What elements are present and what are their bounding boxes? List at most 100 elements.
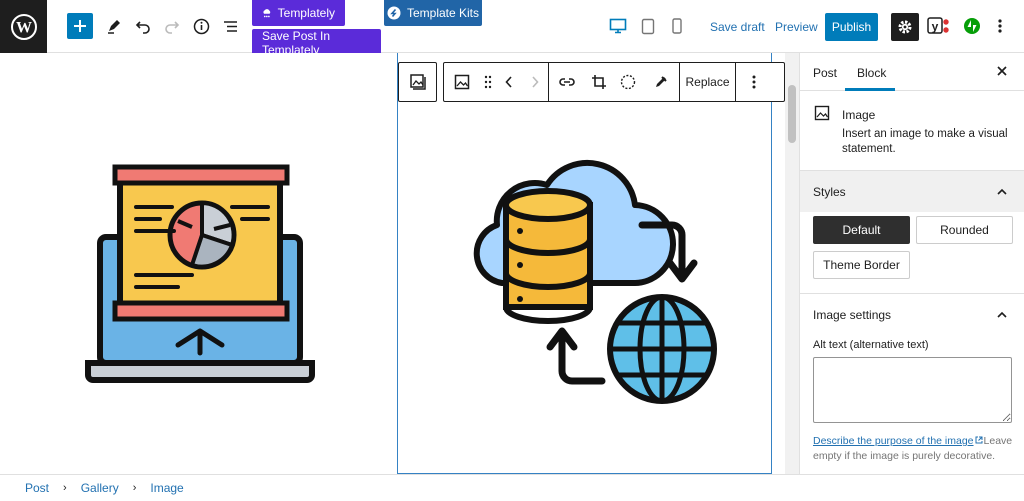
info-icon xyxy=(193,18,209,34)
move-right-button[interactable] xyxy=(522,63,548,101)
mobile-preview-button[interactable] xyxy=(665,13,689,39)
settings-sidebar: Post Block Image Insert an image to make… xyxy=(799,53,1024,474)
replace-label: Replace xyxy=(685,75,730,89)
apply-filter-button[interactable] xyxy=(643,63,679,101)
presentation-laptop-image[interactable] xyxy=(82,163,322,388)
list-view-icon xyxy=(223,20,237,32)
yoast-seo-button[interactable]: y xyxy=(926,13,952,39)
options-menu-button[interactable] xyxy=(988,13,1012,39)
tab-post[interactable]: Post xyxy=(813,66,837,80)
tools-button[interactable] xyxy=(101,13,127,39)
tablet-icon xyxy=(641,18,655,34)
block-options-button[interactable] xyxy=(736,63,772,101)
pencil-icon xyxy=(108,20,120,34)
select-parent-button[interactable] xyxy=(398,62,437,102)
link-icon xyxy=(559,78,575,86)
more-vertical-icon xyxy=(752,75,756,89)
plus-icon xyxy=(74,20,86,32)
duotone-icon xyxy=(620,74,636,90)
chevron-left-icon xyxy=(505,76,512,88)
alt-help-text-2: empty if the image is purely decorative. xyxy=(813,450,996,462)
publish-button[interactable]: Publish xyxy=(825,13,878,41)
tab-block[interactable]: Block xyxy=(857,66,886,80)
duotone-button[interactable] xyxy=(613,63,643,101)
list-view-button[interactable] xyxy=(217,13,243,39)
redo-icon xyxy=(165,21,180,34)
block-card: Image Insert an image to make a visual s… xyxy=(800,91,1024,171)
marker-icon xyxy=(656,76,667,87)
block-toolbar: Replace xyxy=(443,62,785,102)
crop-button[interactable] xyxy=(585,63,613,101)
mobile-icon xyxy=(672,18,682,34)
wordpress-logo-button[interactable]: W xyxy=(0,0,47,53)
styles-panel-toggle[interactable]: Styles xyxy=(800,171,1024,212)
replace-button[interactable]: Replace xyxy=(680,63,735,101)
more-vertical-icon xyxy=(998,19,1002,33)
jetpack-icon xyxy=(964,18,980,34)
image-icon xyxy=(814,105,830,121)
insert-link-button[interactable] xyxy=(549,63,585,101)
move-left-button[interactable] xyxy=(496,63,522,101)
svg-text:y: y xyxy=(932,20,939,34)
gear-icon xyxy=(898,20,912,34)
image-settings-heading: Image settings xyxy=(813,307,892,322)
crop-icon xyxy=(592,75,606,89)
starter-templates-icon xyxy=(387,6,401,20)
breadcrumb-item-gallery[interactable]: Gallery xyxy=(81,481,119,495)
redo-button[interactable] xyxy=(159,13,185,39)
details-button[interactable] xyxy=(188,13,214,39)
svg-text:W: W xyxy=(16,19,32,36)
style-default-label: Default xyxy=(842,223,881,237)
publish-label: Publish xyxy=(831,20,872,34)
breadcrumb-item-post[interactable]: Post xyxy=(25,481,49,495)
templately-label: Templately xyxy=(277,6,335,20)
close-sidebar-button[interactable] xyxy=(996,65,1008,80)
save-post-templately-button[interactable]: Save Post In Templately xyxy=(252,29,381,57)
image-settings-panel-toggle[interactable]: Image settings xyxy=(800,294,1024,335)
gallery-icon xyxy=(409,74,426,90)
chevron-right-icon xyxy=(532,76,539,88)
style-theme-border-label: Theme Border xyxy=(823,258,900,272)
templately-icon xyxy=(263,9,271,18)
chevron-right-icon: › xyxy=(132,482,137,494)
breadcrumb-item-image[interactable]: Image xyxy=(150,481,183,495)
settings-button[interactable] xyxy=(891,13,919,41)
desktop-preview-button[interactable] xyxy=(606,13,630,39)
breadcrumb: Post › Gallery › Image xyxy=(0,474,1024,501)
alt-text-help: Describe the purpose of the image Leave e… xyxy=(813,434,1018,464)
chevron-right-icon: › xyxy=(63,482,67,494)
chevron-up-icon xyxy=(997,188,1007,195)
styles-heading: Styles xyxy=(813,184,846,199)
undo-button[interactable] xyxy=(130,13,156,39)
add-block-button[interactable] xyxy=(67,13,93,39)
jetpack-button[interactable] xyxy=(960,13,984,39)
drag-handle-icon xyxy=(484,75,492,89)
chevron-up-icon xyxy=(997,311,1007,318)
editor-header: W Templately Save Post In Templately Tem… xyxy=(0,0,1024,57)
save-draft-button[interactable]: Save draft xyxy=(710,20,765,34)
tablet-preview-button[interactable] xyxy=(636,13,660,39)
alt-text-label: Alt text (alternative text) xyxy=(813,339,929,351)
selected-image-block[interactable] xyxy=(397,53,772,474)
wordpress-icon: W xyxy=(10,13,37,40)
preview-button[interactable]: Preview xyxy=(775,20,818,34)
style-default-button[interactable]: Default xyxy=(813,216,910,244)
close-icon xyxy=(997,66,1007,76)
template-kits-label: Template Kits xyxy=(406,6,480,20)
yoast-icon: y xyxy=(927,17,949,34)
describe-purpose-link[interactable]: Describe the purpose of the image xyxy=(813,435,974,447)
templately-button[interactable]: Templately xyxy=(252,0,345,26)
alt-help-text-1: Leave xyxy=(983,435,1013,447)
undo-icon xyxy=(135,21,150,34)
external-link-icon xyxy=(975,436,983,444)
template-kits-button[interactable]: Template Kits xyxy=(384,0,482,26)
style-rounded-label: Rounded xyxy=(940,223,989,237)
style-theme-border-button[interactable]: Theme Border xyxy=(813,251,910,279)
block-type-button[interactable] xyxy=(444,63,480,101)
sidebar-tabs: Post Block xyxy=(800,53,1024,91)
style-rounded-button[interactable]: Rounded xyxy=(916,216,1013,244)
block-description: Insert an image to make a visual stateme… xyxy=(842,128,1008,155)
alt-text-field[interactable] xyxy=(813,357,1012,423)
canvas-scrollbar-thumb[interactable] xyxy=(788,85,796,143)
drag-handle[interactable] xyxy=(480,63,496,101)
